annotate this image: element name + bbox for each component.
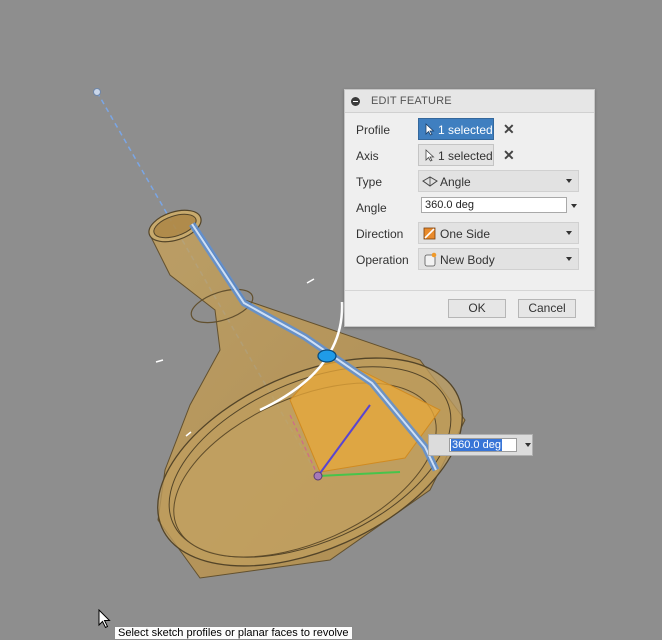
canvas-angle-input[interactable]: 360.0 deg <box>449 438 517 452</box>
chevron-down-icon <box>566 179 572 183</box>
profile-row: Profile 1 selected ✕ <box>345 118 594 142</box>
chevron-down-icon[interactable] <box>571 204 577 208</box>
profile-select-button[interactable]: 1 selected <box>418 118 494 140</box>
operation-value: New Body <box>440 253 495 267</box>
profile-label: Profile <box>356 123 391 137</box>
direction-value: One Side <box>440 227 491 241</box>
angle-input[interactable] <box>421 197 567 213</box>
angle-label: Angle <box>356 201 387 215</box>
ok-button[interactable]: OK <box>448 299 506 318</box>
direction-label: Direction <box>356 227 404 241</box>
cursor-arrow-icon <box>425 123 435 136</box>
direction-dropdown[interactable]: One Side <box>418 222 579 244</box>
dialog-header[interactable]: EDIT FEATURE <box>345 90 594 113</box>
status-tooltip: Select sketch profiles or planar faces t… <box>114 626 353 640</box>
one-side-icon <box>423 227 436 240</box>
profile-value: 1 selected <box>438 123 493 137</box>
operation-row: Operation New Body <box>345 248 594 272</box>
close-x-icon[interactable]: ✕ <box>503 121 515 137</box>
chevron-down-icon[interactable] <box>525 443 531 447</box>
operation-label: Operation <box>356 253 409 267</box>
edit-feature-dialog: EDIT FEATURE Profile 1 selected ✕ Axis 1… <box>344 89 595 327</box>
canvas-angle-value: 360.0 deg <box>451 439 502 451</box>
cancel-button[interactable]: Cancel <box>518 299 576 318</box>
axis-value: 1 selected <box>438 149 493 163</box>
angle-manipulator-handle[interactable] <box>317 349 337 363</box>
close-x-icon[interactable]: ✕ <box>503 147 515 163</box>
direction-row: Direction One Side <box>345 222 594 246</box>
dialog-title: EDIT FEATURE <box>371 95 452 107</box>
mouse-pointer-icon <box>98 609 111 629</box>
cursor-arrow-icon <box>425 149 435 162</box>
axis-label: Axis <box>356 149 379 163</box>
axis-row: Axis 1 selected ✕ <box>345 144 594 168</box>
type-dropdown[interactable]: Angle <box>418 170 579 192</box>
type-value: Angle <box>440 175 471 189</box>
chevron-down-icon <box>566 231 572 235</box>
dialog-divider <box>345 290 594 291</box>
chevron-down-icon <box>566 257 572 261</box>
operation-dropdown[interactable]: New Body <box>418 248 579 270</box>
origin-point[interactable] <box>313 471 323 481</box>
angle-icon <box>422 176 438 187</box>
axis-select-button[interactable]: 1 selected <box>418 144 494 166</box>
type-label: Type <box>356 175 383 189</box>
axis-endpoint[interactable] <box>93 88 101 96</box>
type-row: Type Angle <box>345 170 594 194</box>
angle-row: Angle <box>345 196 594 220</box>
new-body-icon <box>424 252 437 267</box>
minus-circle-icon[interactable] <box>351 97 360 106</box>
canvas-angle-input-box[interactable]: 360.0 deg <box>428 434 533 456</box>
